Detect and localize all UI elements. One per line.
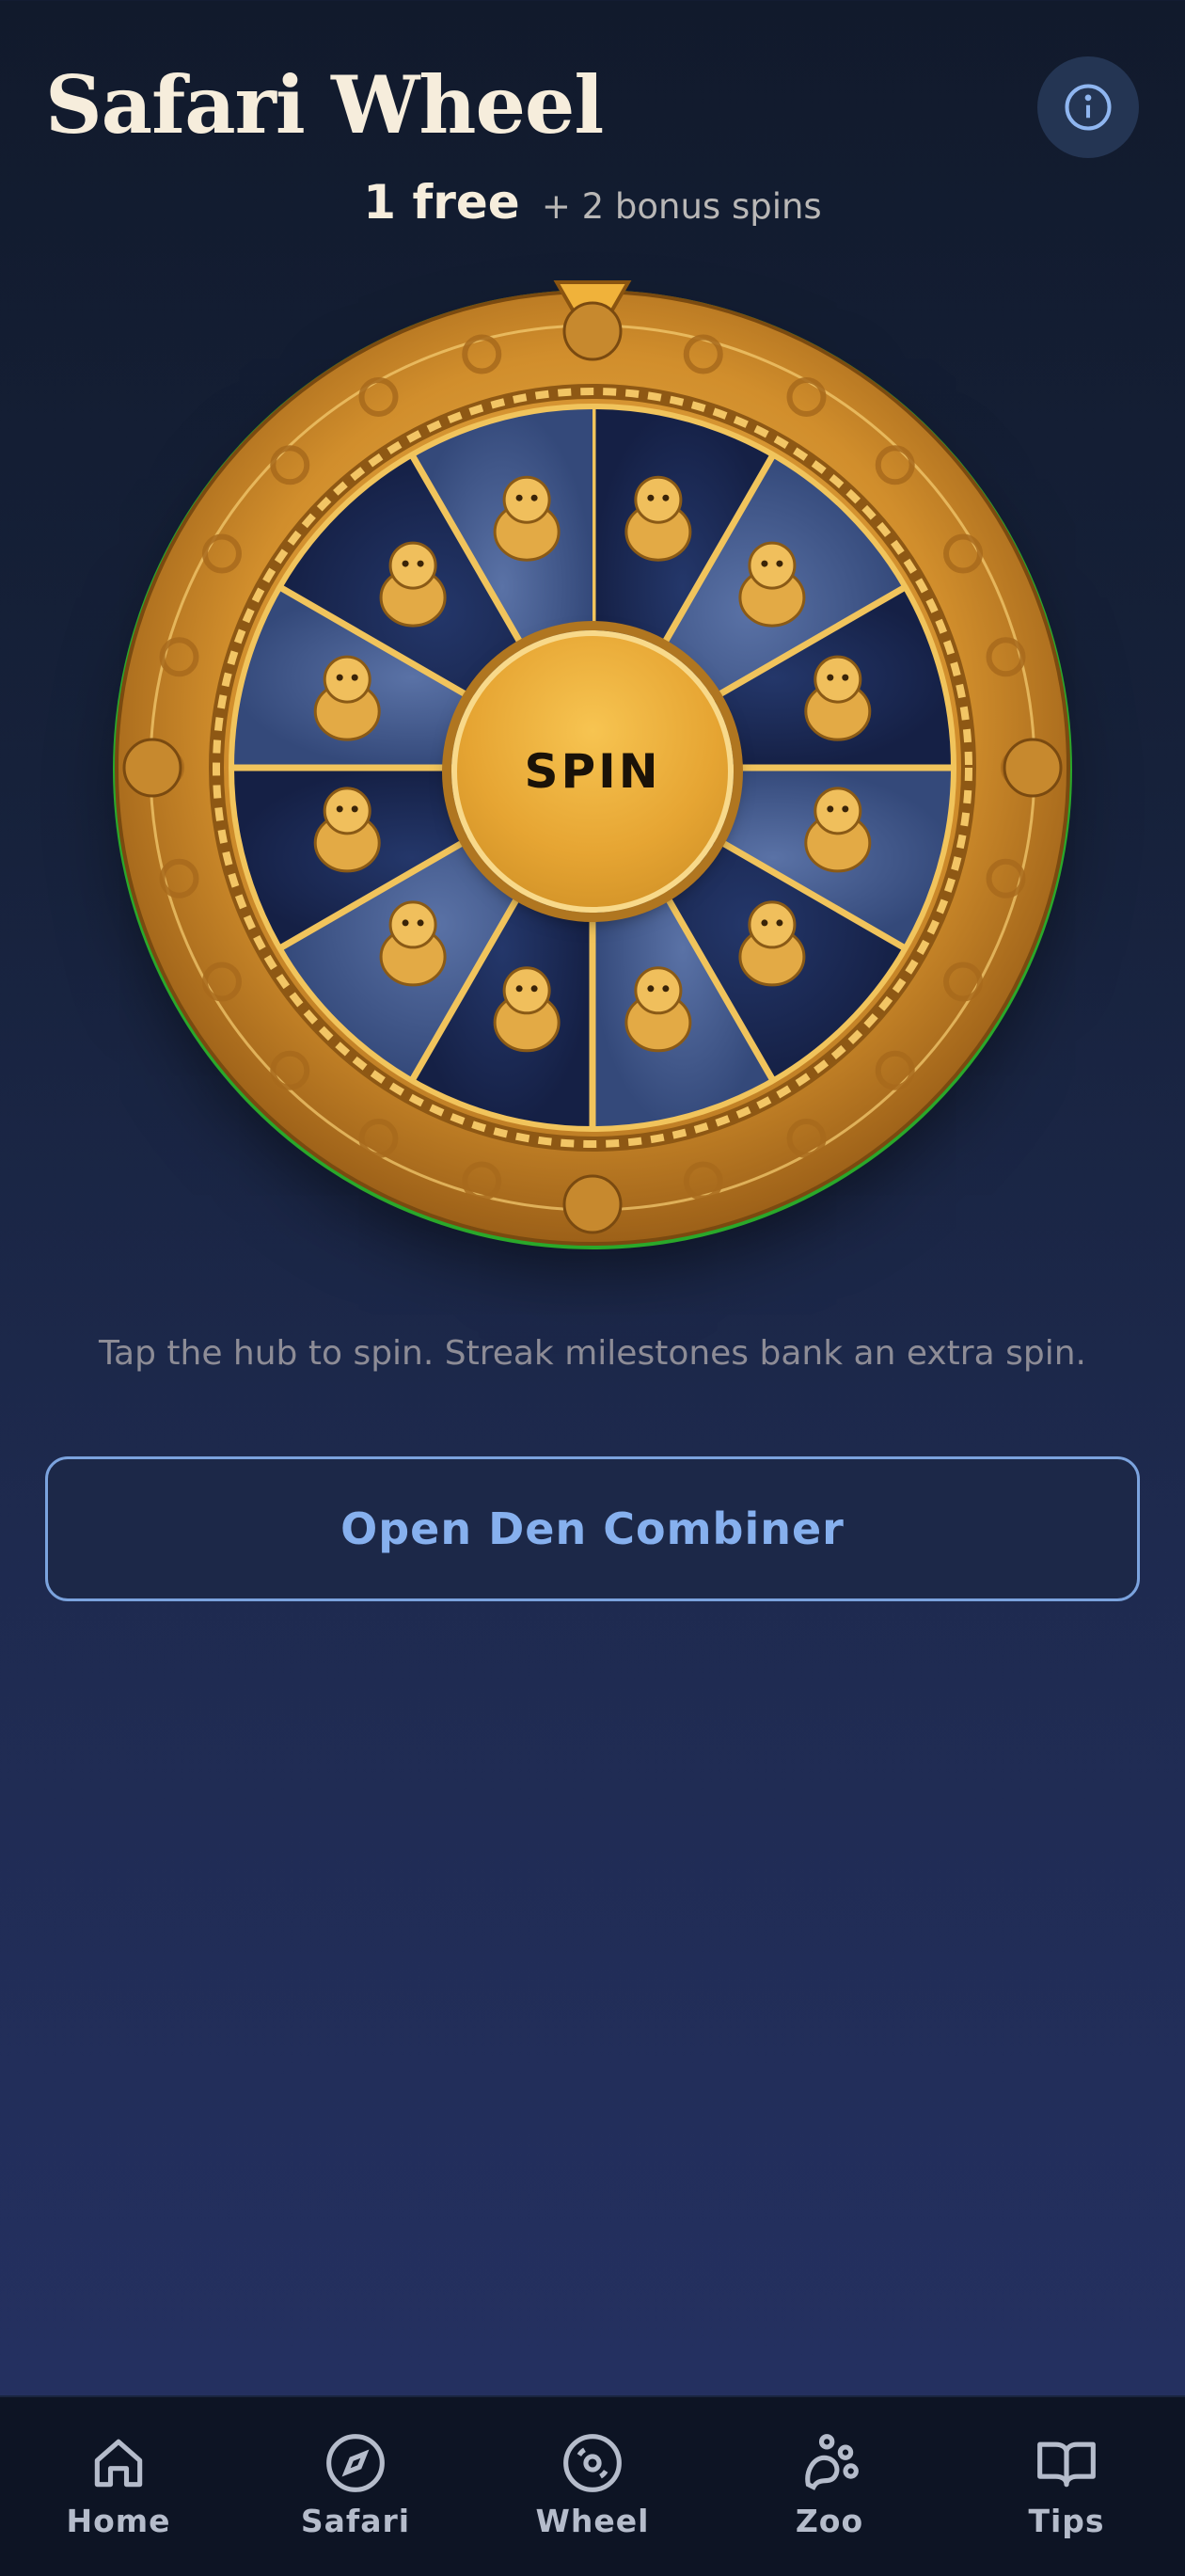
compass-icon <box>326 2434 385 2492</box>
den-button-label: Open Den Combiner <box>340 1503 845 1554</box>
spin-hub-button[interactable]: SPIN <box>451 630 734 913</box>
nav-tips[interactable]: Tips <box>948 2397 1185 2576</box>
spins-counter: 1 free + 2 bonus spins <box>0 175 1185 230</box>
spin-label: SPIN <box>524 744 661 799</box>
book-icon <box>1037 2441 1096 2488</box>
bonus-spins: + 2 bonus spins <box>541 186 822 227</box>
nav-home-label: Home <box>66 2503 171 2539</box>
hint-text: Tap the hub to spin. Streak milestones b… <box>99 1334 1086 1373</box>
home-icon <box>94 2439 143 2488</box>
nav-wheel[interactable]: Wheel <box>474 2397 711 2576</box>
open-den-combiner-button[interactable]: Open Den Combiner <box>45 1456 1140 1601</box>
bottom-nav: Home Safari Wheel Zoo Tips <box>0 2395 1185 2576</box>
paw-icon <box>805 2434 859 2490</box>
nav-zoo-label: Zoo <box>795 2503 864 2539</box>
wheel-icon <box>563 2434 622 2492</box>
nav-safari-label: Safari <box>300 2503 411 2539</box>
info-icon <box>1065 84 1112 131</box>
nav-safari[interactable]: Safari <box>237 2397 474 2576</box>
nav-zoo[interactable]: Zoo <box>711 2397 948 2576</box>
page-title: Safari Wheel <box>45 58 604 151</box>
nav-home[interactable]: Home <box>0 2397 237 2576</box>
info-button[interactable] <box>1037 56 1139 158</box>
nav-wheel-label: Wheel <box>535 2503 650 2539</box>
nav-tips-label: Tips <box>1028 2503 1105 2539</box>
spin-wheel[interactable]: SPIN <box>111 275 1074 1253</box>
free-spins: 1 free <box>363 175 520 230</box>
